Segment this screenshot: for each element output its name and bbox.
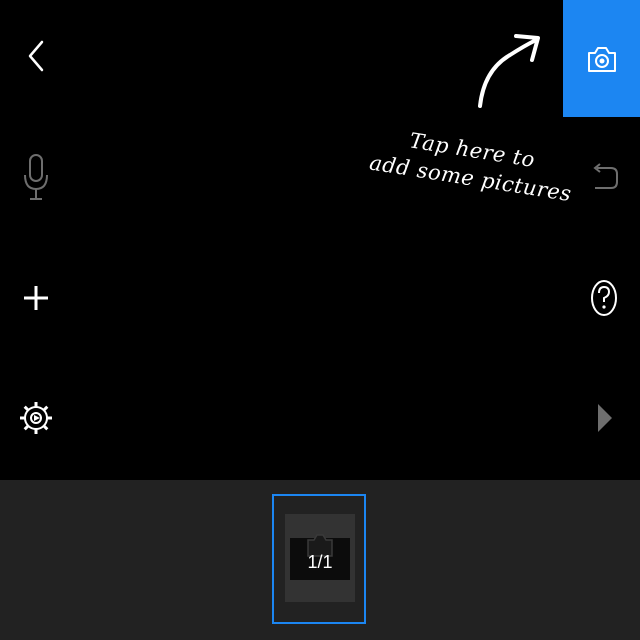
microphone-button[interactable]: [10, 152, 62, 204]
plus-icon: [24, 286, 48, 310]
add-pictures-hint: Tap here to add some pictures: [351, 114, 573, 272]
microphone-icon: [24, 154, 48, 200]
curved-arrow-icon: [478, 34, 540, 108]
undo-icon: [593, 163, 618, 189]
undo-button[interactable]: [578, 152, 630, 204]
chevron-left-icon: [28, 40, 44, 72]
question-icon: [591, 280, 617, 316]
help-button[interactable]: [578, 272, 630, 324]
back-button[interactable]: [10, 30, 62, 82]
settings-button[interactable]: [10, 392, 62, 444]
play-button[interactable]: [578, 392, 630, 444]
play-icon: [598, 404, 612, 432]
camera-icon: [587, 46, 616, 72]
gear-icon: [20, 402, 52, 434]
add-button[interactable]: [10, 272, 62, 324]
canvas-area: Tap here to add some pictures: [0, 0, 640, 480]
camera-button[interactable]: [563, 0, 640, 117]
page-counter: 1/1: [307, 552, 333, 572]
